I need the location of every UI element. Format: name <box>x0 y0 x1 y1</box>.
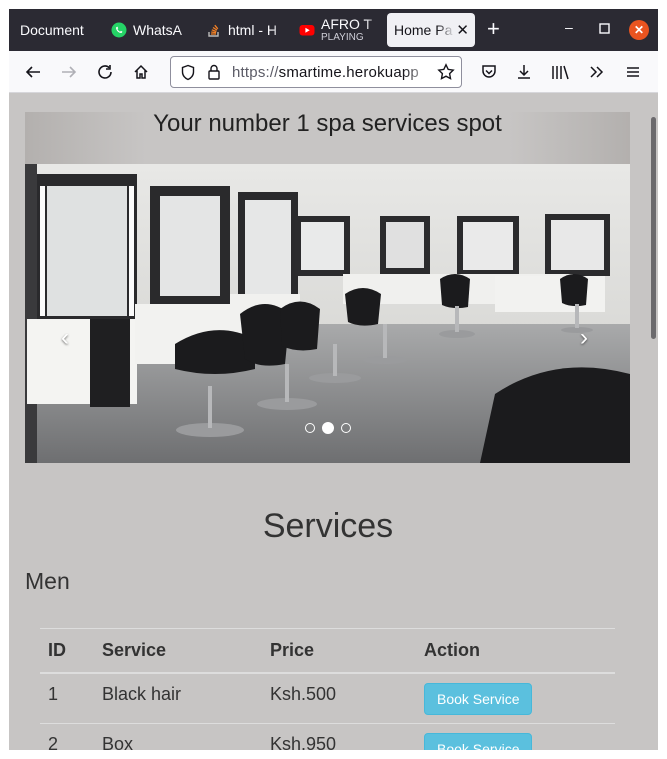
overflow-chevrons-icon[interactable] <box>583 59 609 85</box>
browser-window: Document WhatsA html - H AFRO T PLAYING <box>9 9 658 750</box>
tab-home-page[interactable]: Home Pa ✕ <box>387 13 475 47</box>
carousel-indicator[interactable] <box>341 423 351 433</box>
cell-id: 2 <box>40 723 94 750</box>
home-icon[interactable] <box>128 59 154 85</box>
cell-service: Black hair <box>94 672 262 724</box>
carousel-next-icon[interactable]: › <box>580 324 588 352</box>
column-header-action: Action <box>416 628 615 674</box>
pocket-icon[interactable] <box>476 59 502 85</box>
cell-price: Ksh.500 <box>262 672 416 724</box>
carousel-indicators <box>305 422 351 434</box>
column-header-service: Service <box>94 628 262 674</box>
download-icon[interactable] <box>511 59 537 85</box>
tab-html[interactable]: html - H <box>206 13 290 47</box>
hero-carousel: Your number 1 spa services spot ‹ › <box>25 112 630 463</box>
tab-document[interactable]: Document <box>13 13 111 47</box>
window-close-icon[interactable]: ✕ <box>629 20 649 40</box>
cell-service: Box <box>94 723 262 750</box>
services-heading: Services <box>262 507 394 545</box>
carousel-indicator-active[interactable] <box>322 422 334 434</box>
table-row: 2 Box Ksh.950 Book Service <box>40 723 615 750</box>
maximize-icon[interactable] <box>599 21 610 37</box>
table-row: 1 Black hair Ksh.500 Book Service <box>40 672 615 724</box>
tab-youtube[interactable]: AFRO T PLAYING <box>299 13 383 47</box>
url-text: https://smartime.herokuapp <box>232 64 419 81</box>
library-icon[interactable] <box>547 59 573 85</box>
carousel-indicator[interactable] <box>305 423 315 433</box>
cell-id: 1 <box>40 672 94 724</box>
salon-photo <box>25 164 630 463</box>
page-scrollbar[interactable] <box>651 117 656 339</box>
close-tab-icon[interactable]: ✕ <box>456 21 469 39</box>
tab-strip: Document WhatsA html - H AFRO T PLAYING <box>9 9 658 51</box>
column-header-price: Price <box>262 628 416 674</box>
services-table: ID Service Price Action 1 Black hair Ksh… <box>40 628 615 750</box>
url-bar[interactable]: https://smartime.herokuapp <box>170 56 462 88</box>
tab-label: html - H <box>228 22 277 38</box>
tab-label: Document <box>20 22 84 38</box>
carousel-prev-icon[interactable]: ‹ <box>61 324 69 352</box>
reload-icon[interactable] <box>92 59 118 85</box>
nav-toolbar: https://smartime.herokuapp <box>9 51 658 93</box>
forward-icon[interactable] <box>56 59 82 85</box>
youtube-icon <box>299 22 315 38</box>
whatsapp-icon <box>111 22 127 38</box>
stackoverflow-icon <box>206 22 222 38</box>
shield-icon[interactable] <box>180 64 196 86</box>
men-heading: Men <box>25 568 70 594</box>
tab-whatsapp[interactable]: WhatsA <box>111 13 197 47</box>
cell-price: Ksh.950 <box>262 723 416 750</box>
book-service-button[interactable]: Book Service <box>424 682 533 715</box>
back-icon[interactable] <box>20 59 46 85</box>
new-tab-icon[interactable]: + <box>487 18 500 40</box>
minimize-icon[interactable]: – <box>565 19 573 35</box>
lock-icon[interactable] <box>207 63 221 86</box>
page-content: Your number 1 spa services spot ‹ › Serv… <box>9 93 658 750</box>
column-header-id: ID <box>40 628 94 674</box>
table-header-row: ID Service Price Action <box>40 628 615 674</box>
book-service-button[interactable]: Book Service <box>424 733 533 750</box>
bookmark-star-icon[interactable] <box>437 63 455 86</box>
carousel-caption: Your number 1 spa services spot <box>153 112 502 137</box>
hamburger-menu-icon[interactable] <box>620 59 646 85</box>
tab-label: WhatsA <box>133 22 183 38</box>
